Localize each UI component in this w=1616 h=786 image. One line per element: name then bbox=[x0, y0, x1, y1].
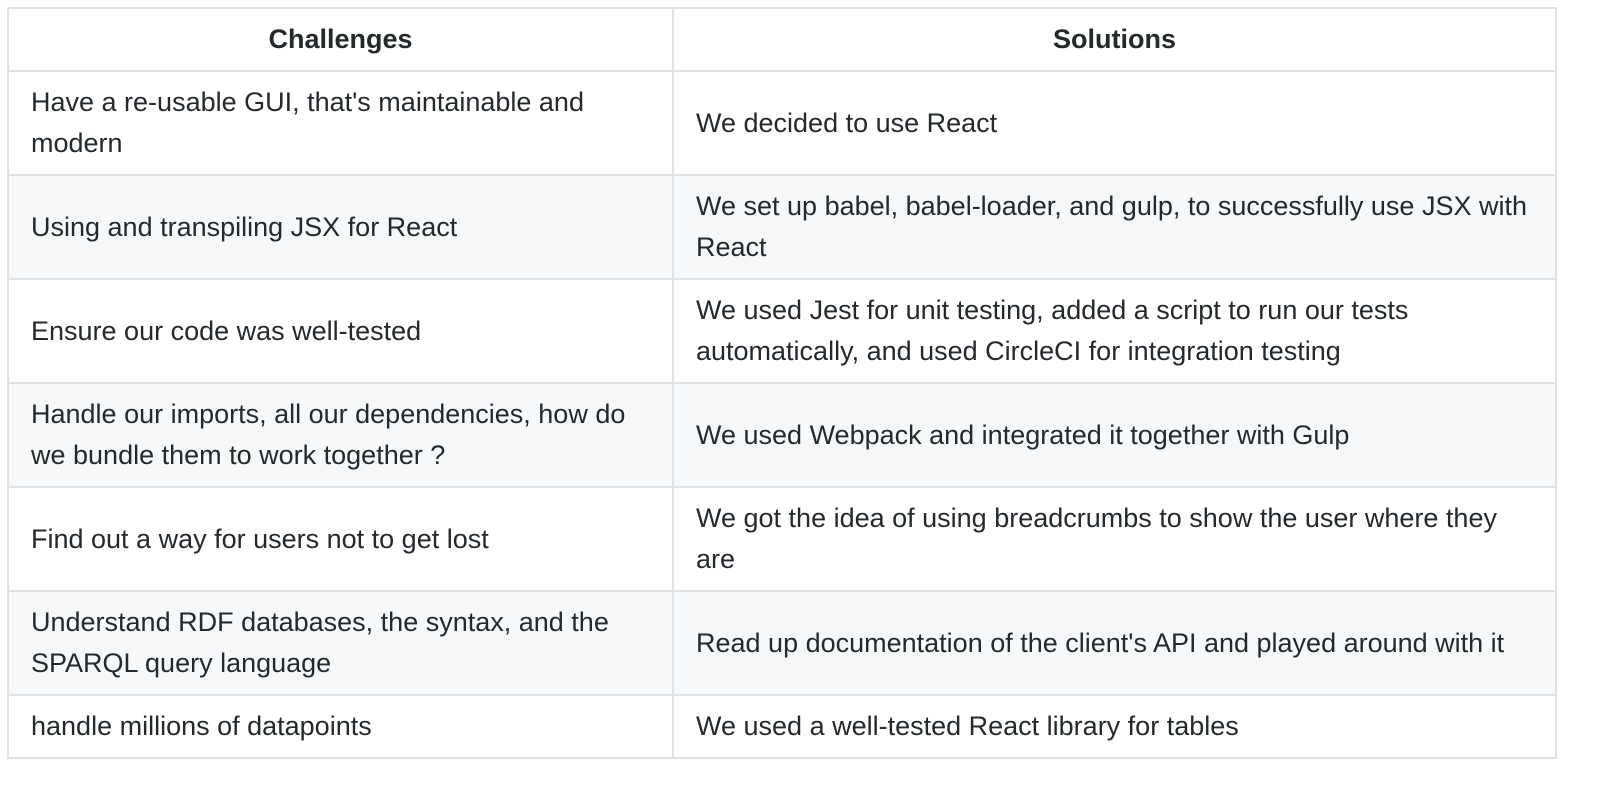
table-row: Ensure our code was well-tested We used … bbox=[7, 278, 1557, 384]
table-row: handle millions of datapoints We used a … bbox=[7, 694, 1557, 759]
challenge-cell: handle millions of datapoints bbox=[7, 694, 674, 759]
challenge-cell: Understand RDF databases, the syntax, an… bbox=[7, 590, 674, 696]
solution-cell: Read up documentation of the client's AP… bbox=[672, 590, 1557, 696]
table-row: Have a re-usable GUI, that's maintainabl… bbox=[7, 70, 1557, 176]
challenge-cell: Have a re-usable GUI, that's maintainabl… bbox=[7, 70, 674, 176]
challenge-cell: Find out a way for users not to get lost bbox=[7, 486, 674, 592]
solution-cell: We used Webpack and integrated it togeth… bbox=[672, 382, 1557, 488]
challenges-solutions-table-wrapper: Challenges Solutions Have a re-usable GU… bbox=[7, 7, 1557, 759]
solution-cell: We used a well-tested React library for … bbox=[672, 694, 1557, 759]
table-row: Understand RDF databases, the syntax, an… bbox=[7, 590, 1557, 696]
table-header: Challenges Solutions bbox=[7, 7, 1557, 72]
header-row: Challenges Solutions bbox=[7, 7, 1557, 72]
header-challenges: Challenges bbox=[7, 7, 674, 72]
solution-cell: We used Jest for unit testing, added a s… bbox=[672, 278, 1557, 384]
challenges-solutions-table: Challenges Solutions Have a re-usable GU… bbox=[7, 7, 1557, 759]
challenge-cell: Handle our imports, all our dependencies… bbox=[7, 382, 674, 488]
challenge-cell: Using and transpiling JSX for React bbox=[7, 174, 674, 280]
table-body: Have a re-usable GUI, that's maintainabl… bbox=[7, 70, 1557, 759]
solution-cell: We got the idea of using breadcrumbs to … bbox=[672, 486, 1557, 592]
solution-cell: We decided to use React bbox=[672, 70, 1557, 176]
solution-cell: We set up babel, babel-loader, and gulp,… bbox=[672, 174, 1557, 280]
header-solutions: Solutions bbox=[672, 7, 1557, 72]
table-row: Handle our imports, all our dependencies… bbox=[7, 382, 1557, 488]
challenge-cell: Ensure our code was well-tested bbox=[7, 278, 674, 384]
table-row: Using and transpiling JSX for React We s… bbox=[7, 174, 1557, 280]
table-row: Find out a way for users not to get lost… bbox=[7, 486, 1557, 592]
